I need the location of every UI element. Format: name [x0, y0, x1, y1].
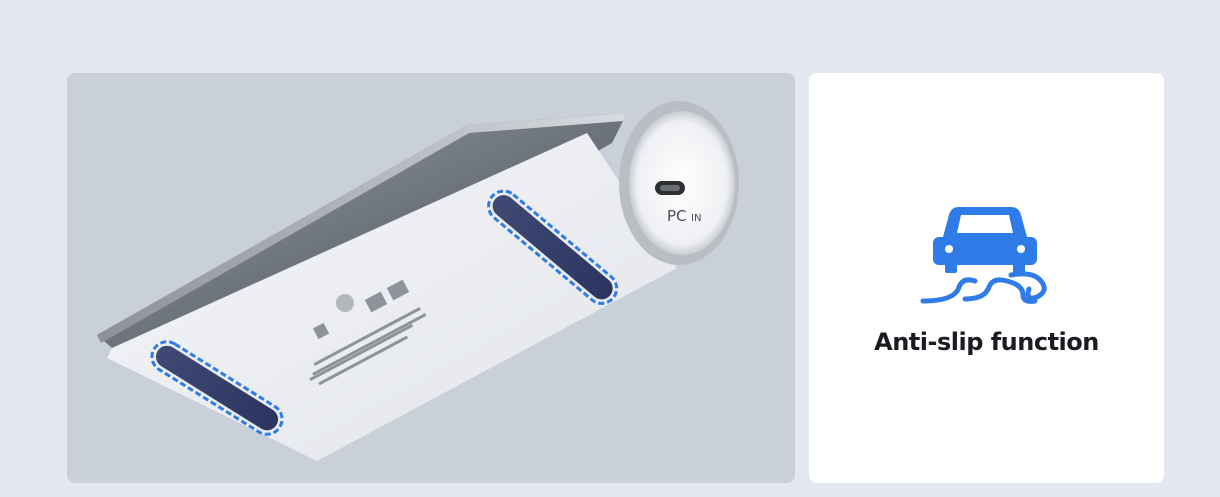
port-label-pc: PC: [667, 207, 687, 225]
car-skid-icon: [920, 207, 1047, 304]
hub-underside-illustration: PC IN: [97, 101, 739, 461]
feature-label: Anti-slip function: [874, 328, 1099, 356]
centre-foot: [336, 294, 354, 312]
product-photo: PC IN: [67, 73, 795, 483]
feature-card: Anti-slip function: [809, 73, 1164, 483]
port-label-in: IN: [691, 213, 701, 224]
usb-c-port-inner: [660, 185, 680, 191]
